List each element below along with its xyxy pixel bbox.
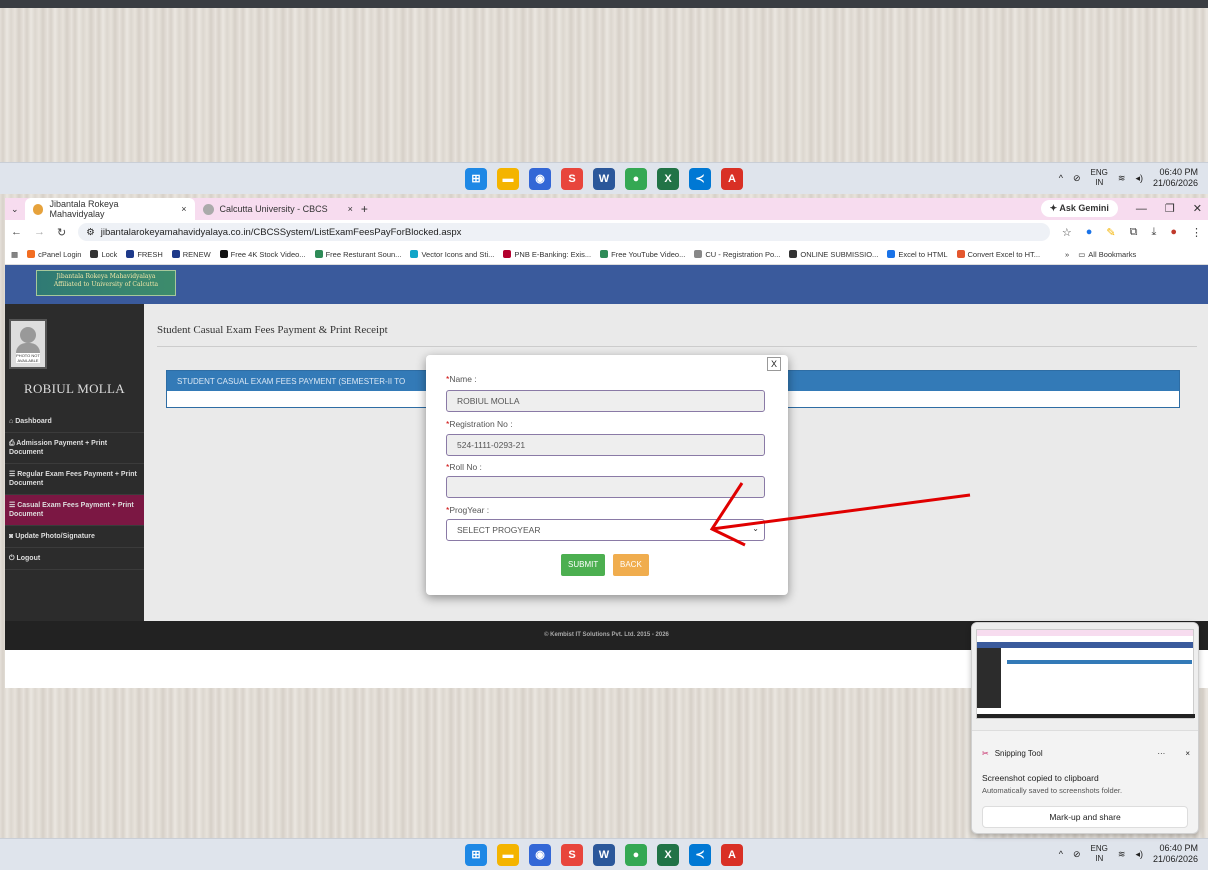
clock[interactable]: 06:40 PM 21/06/2026 [1153, 843, 1198, 865]
snipping-tool-notification[interactable]: ✂ Snipping Tool ··· × Screenshot copied … [971, 622, 1199, 834]
taskbar-bottom: ⊞ ▬ ◉ S W ● X ≺ A ^ ⊘ ENG IN ≋ ◂) 06:40 P… [0, 838, 1208, 870]
markup-share-button[interactable]: Mark-up and share [982, 806, 1188, 828]
word-icon[interactable]: W [593, 843, 615, 866]
acrobat-icon[interactable]: A [721, 843, 743, 866]
chrome-icon[interactable]: ● [625, 843, 647, 866]
sublime-icon[interactable]: S [561, 843, 583, 866]
snipping-tool-icon: ✂ [982, 749, 989, 758]
language-indicator[interactable]: ENG IN [1091, 844, 1108, 864]
system-tray: ^ ⊘ ENG IN ≋ ◂) 06:40 PM 21/06/2026 [1059, 843, 1198, 865]
app-icon[interactable]: ◉ [529, 843, 551, 866]
close-icon[interactable]: × [1185, 749, 1190, 758]
vscode-icon[interactable]: ≺ [689, 843, 711, 866]
snip-header: ✂ Snipping Tool ··· × [982, 749, 1190, 758]
volume-icon[interactable]: ◂) [1135, 849, 1143, 860]
file-explorer-icon[interactable]: ▬ [497, 843, 519, 866]
screenshot-thumbnail[interactable] [972, 623, 1198, 731]
meet-icon[interactable]: ⊘ [1073, 849, 1081, 860]
wifi-icon[interactable]: ≋ [1118, 849, 1126, 860]
chevron-up-icon[interactable]: ^ [1059, 849, 1063, 859]
snip-subtitle: Automatically saved to screenshots folde… [982, 786, 1123, 795]
start-icon[interactable]: ⊞ [465, 843, 487, 866]
more-options-icon[interactable]: ··· [1157, 749, 1165, 758]
snip-title: Screenshot copied to clipboard [982, 773, 1099, 783]
excel-icon[interactable]: X [657, 843, 679, 866]
